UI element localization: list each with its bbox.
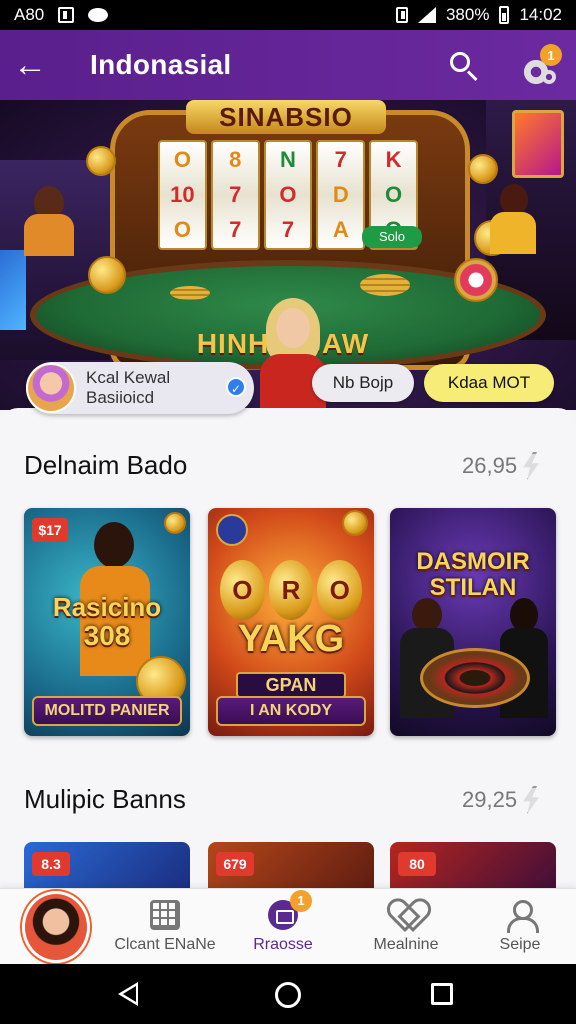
nav-item-messages[interactable]: 1 Rraosse <box>240 889 326 965</box>
app-screen: A80 380% 14:02 ← Indonasial 1 SINABSIO O… <box>0 0 576 1024</box>
reel: O 10 O <box>158 140 207 250</box>
vibrate-icon <box>395 7 408 23</box>
notification-badge: 1 <box>540 44 562 66</box>
notification-badge: 1 <box>290 890 312 912</box>
chip-stack <box>360 274 410 296</box>
coin-icon <box>342 510 368 536</box>
coin-icon <box>86 146 116 176</box>
settings-button[interactable]: 1 <box>520 44 562 90</box>
signal-icon <box>417 7 436 23</box>
nb-button[interactable]: Nb Bojp <box>312 364 414 402</box>
section-title: Delnaim Bado <box>24 450 188 480</box>
dice-icon <box>216 514 248 546</box>
card-tag: 8.3 <box>32 852 70 876</box>
slot-title: SINABSIO <box>186 100 386 134</box>
coin-icon <box>468 154 498 184</box>
reel: N O 7 <box>263 140 313 250</box>
heart-icon <box>391 900 421 930</box>
reel-button: Solo <box>362 226 422 248</box>
card-tag: 679 <box>216 852 254 876</box>
reel: 7 D A <box>316 140 366 250</box>
card-title-number: 308 <box>83 620 131 651</box>
slot-machine-screen <box>512 110 564 178</box>
status-bar: A80 380% 14:02 <box>0 0 576 30</box>
nav-item-favorites[interactable]: Mealnine <box>364 889 448 965</box>
coin-reels: O R O <box>220 560 363 620</box>
system-nav-bar <box>0 964 576 1024</box>
kd-button[interactable]: Kdaa MOT <box>424 364 554 402</box>
card-button[interactable]: MOLITD PANIER <box>32 696 182 726</box>
app-bar: ← Indonasial 1 <box>0 30 576 100</box>
roulette-wheel <box>420 648 530 708</box>
bottom-nav: Clcant ENaNe 1 Rraosse Mealnine Seipe <box>0 888 576 964</box>
system-recents-icon[interactable] <box>431 983 453 1005</box>
chat-icon: 1 <box>268 890 312 930</box>
back-button[interactable]: ← <box>0 30 60 100</box>
page-title: Indonasial <box>90 49 232 80</box>
game-card[interactable]: O R O YAKG GPAN I AN KODY <box>208 508 374 736</box>
status-left-text: A80 <box>14 5 45 24</box>
game-card[interactable]: DASMOIR STILAN <box>390 508 556 736</box>
profile-name: Kcal Kewal <box>86 368 171 387</box>
bolt-icon <box>523 786 540 814</box>
card-title: YAKG <box>237 618 345 660</box>
chip-stack <box>170 286 210 300</box>
card-subtitle: GPAN <box>236 672 346 698</box>
coin-icon <box>88 256 126 294</box>
person-icon <box>505 900 539 933</box>
section-meta[interactable]: 26,95 <box>462 452 541 480</box>
battery-icon <box>499 6 510 24</box>
nav-item-calendar[interactable]: Clcant ENaNe <box>112 889 218 965</box>
app-notification-icon <box>88 8 109 22</box>
avatar[interactable] <box>22 891 90 963</box>
section-title: Mulipic Banns <box>24 784 186 814</box>
calendar-icon <box>150 900 180 930</box>
reel: 8 7 7 <box>210 140 260 250</box>
profile-pill[interactable]: Kcal Kewal Basiioicd ✓ <box>26 362 254 414</box>
system-back-icon[interactable] <box>118 982 138 1006</box>
card-button[interactable]: I AN KODY <box>216 696 366 726</box>
search-icon <box>450 52 470 72</box>
coin-icon <box>454 258 498 302</box>
clock: 14:02 <box>519 5 562 24</box>
card-tag: 80 <box>398 852 436 876</box>
card-title: DASMOIR <box>416 548 530 575</box>
player-figure <box>490 184 536 254</box>
card-title: Rasicino <box>52 592 162 622</box>
game-card[interactable]: $17 Rasicino 308 MOLITD PANIER <box>24 508 190 736</box>
notification-icon <box>58 7 75 23</box>
verified-icon: ✓ <box>226 377 246 397</box>
coin-icon <box>164 512 186 534</box>
battery-percent: 380% <box>445 5 490 24</box>
bolt-icon <box>523 452 540 480</box>
profile-subtitle: Basiioicd <box>86 388 155 407</box>
card-tag: $17 <box>32 518 68 542</box>
section-meta[interactable]: 29,25 <box>462 786 541 814</box>
nav-item-profile[interactable]: Seipe <box>490 889 550 965</box>
player-figure <box>24 186 74 256</box>
arrow-left-icon: ← <box>13 45 47 84</box>
search-button[interactable] <box>446 48 482 84</box>
avatar <box>26 363 76 413</box>
system-home-icon[interactable] <box>275 982 301 1008</box>
